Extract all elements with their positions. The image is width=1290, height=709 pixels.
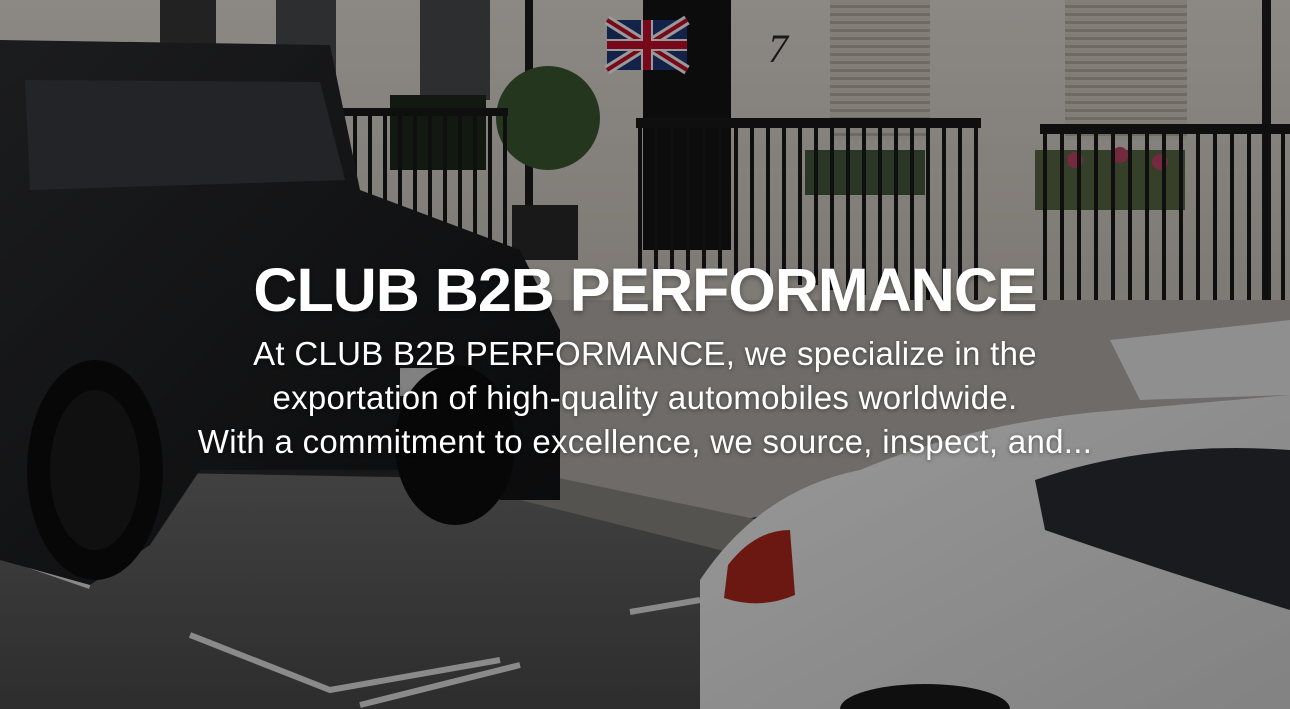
hero-description-line: At CLUB B2B PERFORMANCE, we specialize i… (253, 335, 1037, 372)
hero-title: CLUB B2B PERFORMANCE (253, 256, 1037, 324)
hero-banner: 7 CLUB B2B PERFORMANCE At CLUB B2B PERFO… (0, 0, 1290, 709)
hero-description-line: exportation of high-quality automobiles … (272, 379, 1018, 416)
hero-description-line: With a commitment to excellence, we sour… (197, 423, 1093, 460)
hero-content: CLUB B2B PERFORMANCE At CLUB B2B PERFORM… (0, 252, 1290, 464)
hero-description: At CLUB B2B PERFORMANCE, we specialize i… (105, 332, 1185, 464)
